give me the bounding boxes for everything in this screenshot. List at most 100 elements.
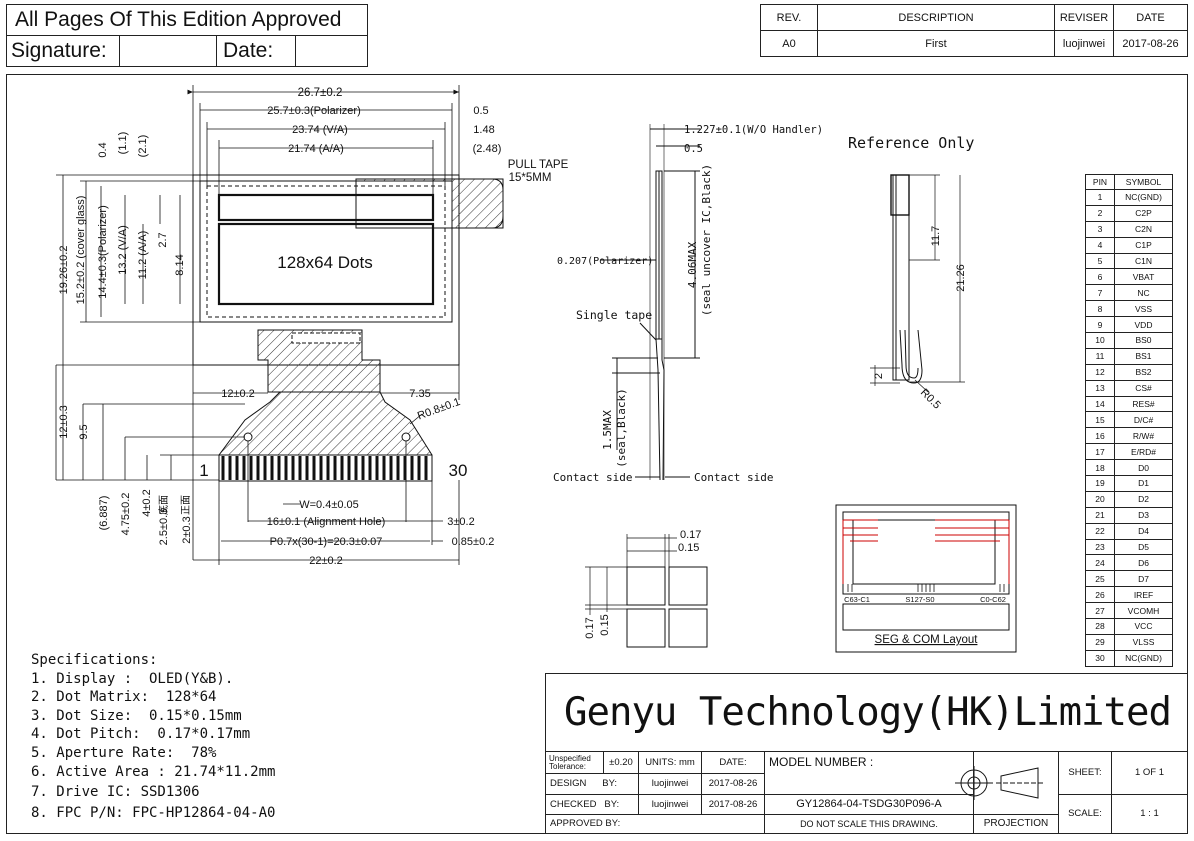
side-polarizer: 0.207(Polarizer) (557, 256, 653, 267)
title-block-grid: Unspecified Tolerance: ±0.20 UNITS: mm D… (545, 750, 1188, 835)
spec-item: 3. Dot Size: 0.15*0.15mm (31, 707, 242, 724)
dim-2: 2±0.3 (181, 516, 193, 543)
pin-number: 25 (1085, 570, 1115, 588)
ref-21-26: 21.26 (955, 264, 967, 292)
scale-value: 1 : 1 (1111, 793, 1188, 834)
pin-row: 22 D4 (1085, 522, 1173, 540)
alignment-hole-right (401, 432, 411, 442)
design-row-label: DESIGN BY: (545, 773, 639, 795)
pin-symbol: VSS (1114, 300, 1173, 318)
reference-title: Reference Only (848, 134, 974, 152)
pin-row: 4 C1P (1085, 236, 1173, 254)
pin-row: 18 D0 (1085, 459, 1173, 477)
design-date: 2017-08-26 (701, 773, 765, 795)
drawing-sheet: All Pages Of This Edition Approved Signa… (0, 0, 1194, 841)
pin-symbol: D1 (1114, 475, 1173, 492)
dim-pad-width: W=0.4±0.05 (299, 499, 359, 511)
spec-title: Specifications: (31, 652, 158, 668)
seg-com-title: SEG & COM Layout (875, 634, 979, 646)
checked-by-label: BY: (604, 798, 620, 810)
pin-symbol: C2N (1114, 220, 1173, 238)
pin-number: 14 (1085, 395, 1115, 413)
sheet-label: SHEET: (1058, 751, 1112, 795)
checked-by: luojinwei (638, 793, 702, 815)
pin-row: 26 IREF (1085, 586, 1173, 604)
pin-symbol: BS1 (1114, 347, 1173, 365)
pin-row: 1 NC(GND) (1085, 189, 1173, 206)
dim-overall-height: 19.26±0.2 (58, 246, 70, 295)
pin-row: 27 VCOMH (1085, 602, 1173, 620)
pin-number: 2 (1085, 204, 1115, 222)
dim-2-7: 2.7 (157, 232, 169, 247)
specifications: Specifications: 1. Display : OLED(Y&B). 2… (31, 651, 275, 822)
ref-11-7: 11.7 (930, 226, 942, 247)
dim-1-48: 1.48 (473, 124, 494, 136)
projection-symbol-cell (973, 751, 1059, 815)
units: UNITS: mm (638, 750, 702, 775)
pin-number: 11 (1085, 347, 1115, 365)
pin-last: 30 (449, 461, 468, 480)
pin-number: 9 (1085, 316, 1115, 334)
pin-symbol: C1N (1114, 252, 1173, 270)
pin-row: 11 BS1 (1085, 347, 1173, 365)
pin-symbol: D/C# (1114, 411, 1173, 429)
pull-tape-label: PULL TAPE (508, 159, 569, 171)
side-0-5: 0.5 (684, 143, 703, 155)
dim-va-height: 13.2 (V/A) (117, 225, 129, 275)
pin-symbol: E/RD# (1114, 443, 1173, 461)
pin-number: 20 (1085, 490, 1115, 508)
pin-symbol: C1P (1114, 236, 1173, 254)
pin-number: 8 (1085, 300, 1115, 318)
pin-number: 19 (1085, 475, 1115, 492)
pin-row: 16 R/W# (1085, 427, 1173, 445)
spec-item: 6. Active Area : 21.74*11.2mm (31, 763, 276, 780)
pin-number: 21 (1085, 506, 1115, 524)
display-label: 128x64 Dots (277, 253, 372, 272)
model-number: GY12864-04-TSDG30P096-A (764, 793, 974, 815)
pin-number: 30 (1085, 649, 1115, 667)
pin-row: 29 VLSS (1085, 633, 1173, 651)
pin-symbol: VBAT (1114, 268, 1173, 286)
pin-row: 20 D2 (1085, 490, 1173, 508)
design-label: DESIGN (550, 778, 587, 790)
ref-radius: R0.5 (918, 387, 943, 412)
pin-row: 28 VCC (1085, 618, 1173, 635)
pin-number: 3 (1085, 220, 1115, 238)
pin-row: 3 C2N (1085, 220, 1173, 238)
checked-date: 2017-08-26 (701, 793, 765, 815)
side-seal-black: (seal,Black) (615, 388, 628, 467)
dim-overall-width: 26.7±0.2 (298, 87, 343, 99)
pin-number: 17 (1085, 443, 1115, 461)
pin-symbol: D3 (1114, 506, 1173, 524)
side-single-tape: Single tape (576, 308, 652, 322)
dim-pitch: P0.7x(30-1)=20.3±0.07 (270, 536, 383, 548)
dim-polarizer-height: 14.4±0.3(Polarizer) (97, 205, 109, 298)
pin-number: 22 (1085, 522, 1115, 540)
pin-symbol: VCOMH (1114, 602, 1173, 620)
pin-number: 16 (1085, 427, 1115, 445)
projection-label: PROJECTION (973, 813, 1059, 835)
sheet-value: 1 OF 1 (1111, 751, 1188, 795)
side-contact-left: Contact side (553, 471, 632, 484)
spec-item: 2. Dot Matrix: 128*64 (31, 689, 217, 706)
side-1-5max: 1.5MAX (601, 410, 614, 450)
pin-row: 15 D/C# (1085, 411, 1173, 429)
pin-symbol: D2 (1114, 490, 1173, 508)
pin-number: 23 (1085, 538, 1115, 556)
pin-symbol: RES# (1114, 395, 1173, 413)
pin-row: 24 D6 (1085, 554, 1173, 572)
symbol-header: SYMBOL (1114, 174, 1173, 190)
pin-symbol: D5 (1114, 538, 1173, 556)
pin-number: 10 (1085, 332, 1115, 349)
dot-size-h: 0.15 (678, 542, 699, 554)
dim-8-14: 8.14 (174, 254, 186, 275)
tolerance-value: ±0.20 (603, 750, 639, 775)
tolerance-label: Unspecified Tolerance: (545, 750, 604, 775)
dim-4-75: 4.75±0.2 (120, 493, 132, 536)
pin-first: 1 (199, 461, 208, 480)
seg-com-mid: S127-S0 (905, 595, 934, 604)
seg-com-right: C0-C62 (980, 595, 1006, 604)
side-thickness: 1.227±0.1(W/O Handler) (684, 124, 823, 136)
dim-9-5: 9.5 (78, 424, 90, 439)
pin-row: 8 VSS (1085, 300, 1173, 318)
